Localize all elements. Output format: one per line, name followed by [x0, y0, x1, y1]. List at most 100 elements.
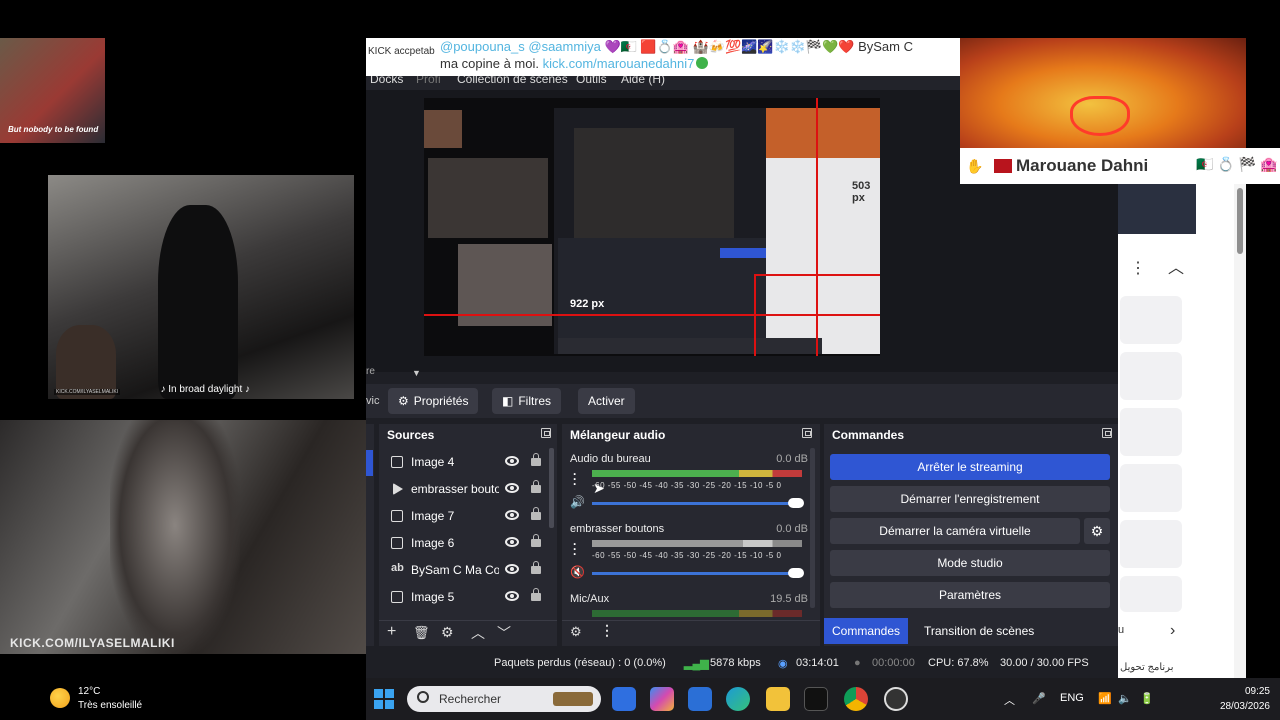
- browser-scrollbar[interactable]: [1234, 184, 1246, 678]
- add-source-icon[interactable]: +: [387, 623, 396, 641]
- channel-db: 0.0 dB: [776, 453, 808, 465]
- lock-icon[interactable]: [531, 507, 541, 520]
- image-icon: [391, 537, 403, 549]
- chat-overlay: KICK accpetab @poupouna_s @saammiya 💜🇩🇿 …: [366, 38, 962, 76]
- lock-icon[interactable]: [531, 453, 541, 466]
- start-recording-button[interactable]: Démarrer l'enregistrement: [830, 486, 1110, 512]
- scrollbar-thumb[interactable]: [1237, 188, 1243, 254]
- flag-icon: [994, 159, 1012, 173]
- weather-widget[interactable]: 12°C Très ensoleillé: [48, 684, 188, 718]
- source-item[interactable]: Image 6: [379, 530, 557, 557]
- preview-nested-video: [574, 128, 734, 238]
- play-icon: [393, 483, 403, 495]
- copilot-icon[interactable]: [650, 687, 674, 711]
- more-icon[interactable]: ⋮: [1130, 258, 1146, 278]
- edge-icon[interactable]: [726, 687, 750, 711]
- taskbar-search[interactable]: Rechercher: [407, 686, 601, 712]
- commands-dock: Commandes Arrêter le streaming Démarrer …: [824, 424, 1118, 646]
- audio-app-icon[interactable]: [804, 687, 828, 711]
- popout-icon[interactable]: [541, 428, 551, 438]
- wifi-icon[interactable]: 📶: [1098, 692, 1112, 705]
- obs-icon[interactable]: [884, 687, 908, 711]
- speaker-icon[interactable]: 🔊: [570, 495, 585, 509]
- slider-handle[interactable]: [788, 498, 804, 508]
- audio-mixer-dock: Mélangeur audio Audio du bureau 0.0 dB ·…: [562, 424, 820, 646]
- selected-scene[interactable]: [366, 450, 373, 476]
- source-name: Image 5: [411, 590, 455, 604]
- popout-icon[interactable]: [1102, 428, 1112, 438]
- preview-canvas[interactable]: 503 px 922 px: [424, 98, 880, 356]
- advanced-audio-icon[interactable]: ⚙: [570, 624, 582, 640]
- volume-slider[interactable]: [592, 498, 804, 508]
- slider-handle[interactable]: [788, 568, 804, 578]
- properties-button[interactable]: ⚙ Propriétés: [388, 388, 479, 414]
- trash-icon[interactable]: 🗑: [413, 625, 430, 641]
- eye-icon[interactable]: [505, 510, 519, 520]
- eye-icon[interactable]: [505, 456, 519, 466]
- lock-icon[interactable]: [531, 480, 541, 493]
- chevron-up-icon[interactable]: ︿: [471, 623, 485, 643]
- source-item[interactable]: Image 7: [379, 503, 557, 530]
- app-icon-1[interactable]: [612, 687, 636, 711]
- chevron-up-icon[interactable]: ︿: [1004, 692, 1015, 708]
- chrome-icon[interactable]: [844, 687, 868, 711]
- source-item[interactable]: Image 5: [379, 584, 557, 611]
- file-explorer-icon[interactable]: [766, 687, 790, 711]
- tab-commands[interactable]: Commandes: [824, 618, 909, 644]
- studio-mode-button[interactable]: Mode studio: [830, 550, 1110, 576]
- chevron-down-icon[interactable]: ﹀: [497, 623, 511, 643]
- source-item[interactable]: ab BySam C Ma Copi: [379, 557, 557, 584]
- chevron-up-icon[interactable]: ︿: [1168, 254, 1184, 278]
- tab-scene-transitions[interactable]: Transition de scènes: [916, 618, 1042, 644]
- browser-thumbnail: [1118, 184, 1196, 234]
- bitrate: 5878 kbps: [710, 657, 761, 669]
- preview-avatar: [424, 110, 462, 148]
- browser-snippet: u: [1118, 624, 1125, 636]
- source-item[interactable]: Image 4: [379, 449, 557, 476]
- chevron-right-icon[interactable]: ›: [1170, 622, 1175, 640]
- eye-icon[interactable]: [505, 564, 519, 574]
- scene-dropdown-arrow[interactable]: ▼: [412, 368, 421, 378]
- broadcast-icon: ◉: [778, 658, 788, 670]
- kebab-menu-icon[interactable]: · · ·: [573, 468, 577, 490]
- sources-dock: Sources Image 4 embrasser bouton Image 7: [379, 424, 557, 646]
- lock-icon[interactable]: [531, 534, 541, 547]
- filters-button[interactable]: ◧ Filtres: [492, 388, 562, 414]
- filters-label: Filtres: [518, 394, 552, 408]
- lock-icon[interactable]: [531, 588, 541, 601]
- gear-icon[interactable]: ⚙: [441, 624, 454, 641]
- lock-icon[interactable]: [531, 561, 541, 574]
- name-banner: ✋ Marouane Dahni 🇩🇿 💍 🏁 🏩: [960, 148, 1280, 184]
- kebab-menu-icon[interactable]: ⋮: [600, 622, 614, 639]
- kebab-menu-icon[interactable]: · · ·: [573, 538, 577, 560]
- source-name: Image 4: [411, 455, 455, 469]
- eye-icon[interactable]: [505, 483, 519, 493]
- virtual-camera-settings-button[interactable]: ⚙: [1084, 518, 1110, 544]
- activate-button[interactable]: Activer: [578, 388, 635, 414]
- kiss-video-overlay: [960, 38, 1246, 148]
- chat-mentions: @poupouna_s @saammiya: [440, 39, 601, 54]
- settings-button[interactable]: Paramètres: [830, 582, 1110, 608]
- volume-slider[interactable]: [592, 568, 804, 578]
- sources-scrollbar[interactable]: [549, 448, 554, 528]
- stop-streaming-button[interactable]: Arrêter le streaming: [830, 454, 1110, 480]
- eye-icon[interactable]: [505, 537, 519, 547]
- channel-tag: KICK.COM/ILYASELMALIKI: [54, 389, 121, 395]
- muted-speaker-icon[interactable]: 🔇: [570, 565, 585, 579]
- battery-icon[interactable]: 🔋: [1140, 692, 1154, 705]
- language-indicator[interactable]: ENG: [1060, 692, 1084, 704]
- microphone-icon[interactable]: 🎤: [1032, 692, 1046, 705]
- popout-icon[interactable]: [802, 428, 812, 438]
- outlook-icon[interactable]: [688, 687, 712, 711]
- eye-icon[interactable]: [505, 591, 519, 601]
- scene-label-truncated: vic: [366, 395, 380, 407]
- chat-link[interactable]: kick.com/marouanedahni7: [543, 56, 695, 71]
- activate-label: Activer: [588, 394, 625, 408]
- volume-icon[interactable]: 🔈: [1118, 692, 1132, 705]
- start-virtual-camera-button[interactable]: Démarrer la caméra virtuelle: [830, 518, 1080, 544]
- taskbar-clock[interactable]: 09:25 28/03/2026: [1220, 684, 1270, 714]
- mixer-scrollbar[interactable]: [810, 448, 815, 608]
- windows-start-icon[interactable]: [374, 689, 394, 709]
- source-item[interactable]: embrasser bouton: [379, 476, 557, 503]
- preview-kiss-overlay: [766, 108, 880, 158]
